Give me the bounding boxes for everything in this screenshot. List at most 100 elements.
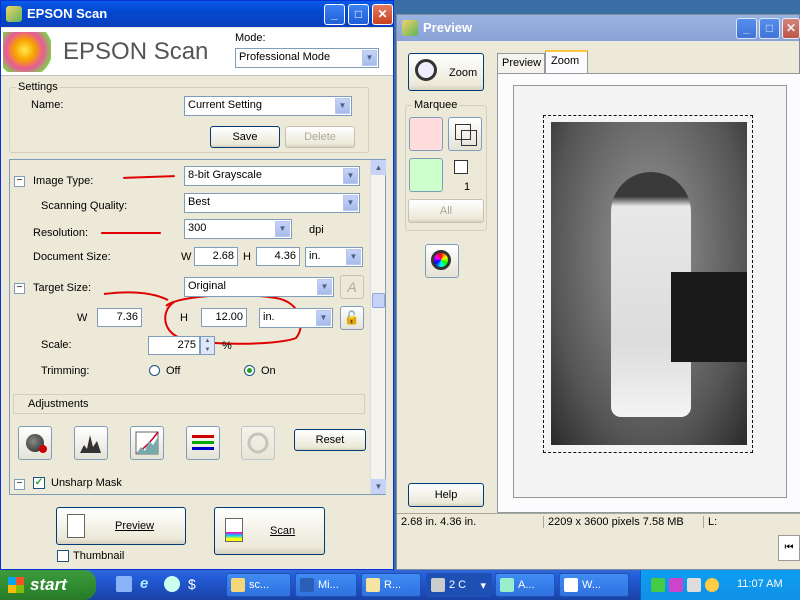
tray-volume-icon[interactable]	[705, 578, 719, 592]
doc-h-input[interactable]: 4.36	[256, 247, 300, 266]
trim-on-label: On	[261, 365, 276, 377]
name-value: Current Setting	[188, 99, 262, 111]
quality-value: Best	[188, 196, 211, 208]
scale-unit: %	[222, 340, 232, 352]
epson-scan-logo: EPSON Scan	[63, 38, 209, 65]
taskbar-item-6[interactable]: W...	[559, 573, 629, 597]
collapse-image-type-icon[interactable]: −	[14, 176, 25, 187]
last-page-icon[interactable]: ⏮	[778, 535, 800, 561]
ie-icon[interactable]: e	[140, 576, 156, 592]
doc-unit-select[interactable]: in. ▼	[305, 247, 363, 267]
taskbar-item-3[interactable]: R...	[361, 573, 421, 597]
tray-network-icon[interactable]	[651, 578, 665, 592]
taskbar-item-1[interactable]: sc...	[226, 573, 291, 597]
reset-button[interactable]: Reset	[294, 429, 366, 451]
preview-minimize-button[interactable]: _	[736, 18, 757, 39]
color-palette-preview-icon[interactable]	[425, 244, 459, 278]
tab-preview-label: Preview	[502, 57, 542, 69]
preview-maximize-button[interactable]: □	[759, 18, 780, 39]
delete-marquee-icon[interactable]	[409, 117, 443, 151]
settings-scrollbar[interactable]: ▲ ▼	[370, 160, 386, 494]
preview-doc-icon	[67, 514, 85, 538]
name-select[interactable]: Current Setting ▼	[184, 96, 352, 116]
target-h-label: H	[180, 312, 188, 324]
resolution-label: Resolution:	[33, 227, 89, 239]
taskbar-item-4[interactable]: 2 C ▾	[426, 573, 492, 597]
auto-locate-icon[interactable]	[409, 158, 443, 192]
preview-close-button[interactable]: ✕	[782, 18, 800, 39]
target-w-input[interactable]: 7.36	[97, 308, 142, 327]
mode-select[interactable]: Professional Mode ▼	[235, 48, 379, 68]
image-type-label: Image Type:	[33, 175, 94, 187]
preview-button[interactable]: Preview	[56, 507, 186, 545]
unsharp-label: Unsharp Mask	[51, 477, 122, 489]
scale-input[interactable]: 275	[148, 336, 200, 355]
minimize-button[interactable]: _	[324, 4, 345, 25]
auto-exposure-icon[interactable]	[18, 426, 52, 460]
preview-window: Preview _ □ ✕ Zoom Marquee 1 All Help Pr…	[396, 14, 800, 570]
scroll-up-icon[interactable]: ▲	[371, 160, 386, 175]
copy-marquee-icon[interactable]	[448, 117, 482, 151]
trim-on-radio[interactable]	[244, 365, 255, 376]
target-h-input[interactable]: 12.00	[201, 308, 247, 327]
start-button[interactable]: start	[0, 570, 96, 600]
chevron-down-icon: ▼	[346, 249, 361, 265]
chevron-down-icon: ▼	[362, 50, 377, 66]
lock-icon[interactable]: 🔓	[340, 306, 364, 330]
taskbar: start e $ sc... Mi... R... 2 C ▾ A... W..…	[0, 570, 800, 600]
color-palette-icon[interactable]	[241, 426, 275, 460]
trim-off-label: Off	[166, 365, 181, 377]
doc-h-label: H	[243, 251, 251, 263]
scroll-thumb[interactable]	[372, 293, 385, 308]
taskbar-item-2[interactable]: Mi...	[295, 573, 357, 597]
tray-app-icon[interactable]	[669, 578, 683, 592]
zoom-button[interactable]: Zoom	[408, 53, 484, 91]
maximize-button[interactable]: □	[348, 4, 369, 25]
image-adjustment-icon[interactable]	[186, 426, 220, 460]
tab-zoom[interactable]: Zoom	[545, 50, 588, 74]
collapse-target-size-icon[interactable]: −	[14, 283, 25, 294]
chevron-down-icon: ▼	[275, 221, 290, 237]
histogram-icon[interactable]	[74, 426, 108, 460]
resolution-value: 300	[188, 222, 207, 234]
app-icon	[500, 578, 514, 592]
chevron-down-icon: ▼	[316, 310, 331, 326]
tab-preview[interactable]: Preview	[497, 53, 545, 73]
scale-spinner[interactable]: ▲ ▼	[200, 336, 215, 355]
media-icon[interactable]	[164, 576, 180, 592]
thumbnail-label: Thumbnail	[73, 550, 125, 562]
status-pixels: 2209 x 3600 pixels 7.58 MB	[543, 516, 684, 528]
thumbnail-checkbox[interactable]	[57, 550, 69, 562]
chevron-down-icon: ▼	[343, 195, 358, 211]
target-size-select[interactable]: Original ▼	[184, 277, 334, 297]
all-button[interactable]: All	[408, 199, 484, 223]
help-button[interactable]: Help	[408, 483, 484, 507]
epson-scan-window: EPSON Scan _ □ ✕ EPSON Scan Mode: Profes…	[0, 0, 394, 570]
close-button[interactable]: ✕	[372, 4, 393, 25]
collapse-unsharp-icon[interactable]: −	[14, 479, 25, 490]
doc-w-input[interactable]: 2.68	[194, 247, 238, 266]
quality-select[interactable]: Best ▼	[184, 193, 360, 213]
unsharp-checkbox[interactable]: ✓	[33, 477, 45, 489]
resolution-select[interactable]: 300 ▼	[184, 219, 292, 239]
mode-value: Professional Mode	[239, 51, 331, 63]
tray-monitor-icon[interactable]	[687, 578, 701, 592]
show-desktop-icon[interactable]	[116, 576, 132, 592]
trim-off-radio[interactable]	[149, 365, 160, 376]
chevron-down-icon: ▼	[317, 279, 332, 295]
save-button[interactable]: Save	[210, 126, 280, 148]
delete-button[interactable]: Delete	[285, 126, 355, 148]
selection-marquee[interactable]	[543, 115, 753, 453]
taskbar-item-5[interactable]: A...	[495, 573, 555, 597]
doc-w-value: 2.68	[212, 250, 234, 262]
image-type-select[interactable]: 8-bit Grayscale ▼	[184, 166, 360, 186]
tone-curve-icon[interactable]	[130, 426, 164, 460]
text-enhance-icon[interactable]: A	[340, 275, 364, 299]
scroll-down-icon[interactable]: ▼	[371, 479, 386, 494]
dpi-label: dpi	[309, 224, 324, 236]
scan-button[interactable]: Scan	[214, 507, 325, 555]
doc-h-value: 4.36	[274, 250, 296, 262]
dollar-icon[interactable]: $	[188, 576, 204, 592]
scan-header: EPSON Scan Mode: Professional Mode ▼	[1, 28, 393, 76]
target-unit-select[interactable]: in. ▼	[259, 308, 333, 328]
